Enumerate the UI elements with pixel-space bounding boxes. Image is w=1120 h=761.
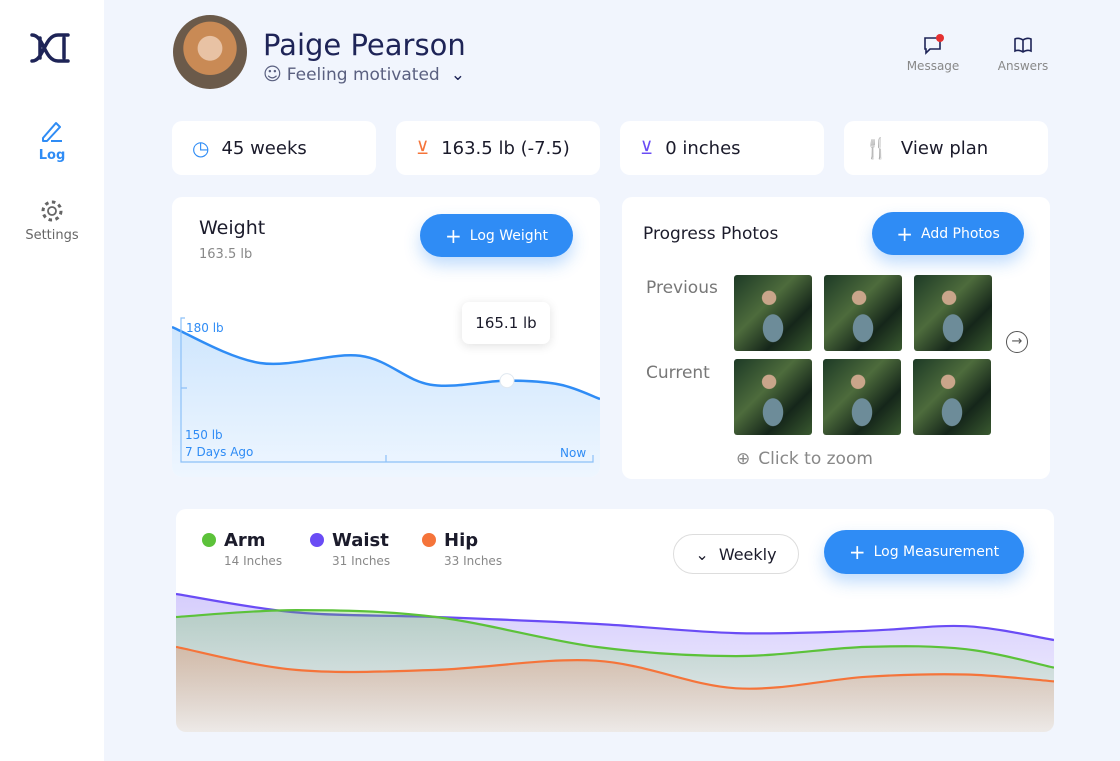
add-photos-button[interactable]: + Add Photos (872, 212, 1024, 255)
ytick-label: 150 lb (185, 428, 223, 442)
photos-card: Progress Photos + Add Photos Previous Cur… (622, 197, 1050, 479)
arrow-down-circle-icon: ⊻ (640, 137, 654, 159)
answers-button[interactable]: Answers (993, 34, 1053, 73)
legend-value: 14 Inches (224, 554, 283, 568)
next-arrow-icon[interactable]: → (1006, 331, 1028, 353)
legend-value: 33 Inches (444, 554, 503, 568)
stat-inches: ⊻ 0 inches (620, 121, 824, 175)
period-label: Weekly (718, 544, 777, 564)
stat-weight: ⊻ 163.5 lb (-7.5) (396, 121, 600, 175)
photos-title: Progress Photos (643, 224, 779, 244)
zoom-hint-label: Click to zoom (758, 449, 873, 469)
legend-dot (422, 533, 436, 547)
stat-label: View plan (900, 137, 989, 159)
progress-photo[interactable] (734, 275, 812, 351)
pencil-icon (42, 122, 62, 142)
weight-card: Weight 163.5 lb + Log Weight 180 lb 150 l… (172, 197, 600, 477)
mood-dropdown[interactable]: ☺ Feeling motivated ⌄ (263, 64, 465, 85)
weight-tooltip: 165.1 lb (462, 302, 550, 344)
message-button[interactable]: Message (903, 34, 963, 73)
measurement-card: Arm 14 Inches Waist 31 Inches Hip 33 Inches… (176, 509, 1054, 732)
current-label: Current (646, 363, 710, 383)
legend-value: 31 Inches (332, 554, 391, 568)
chevron-down-icon: ⌄ (695, 544, 709, 564)
legend-arm: Arm 14 Inches (202, 530, 282, 568)
xtick-label: Now (560, 446, 587, 460)
ytick-label: 180 lb (186, 321, 224, 335)
stat-label: 45 weeks (221, 137, 307, 159)
smiley-icon: ☺ (263, 64, 282, 85)
message-icon (924, 34, 944, 55)
progress-photo[interactable] (824, 275, 902, 351)
gear-icon (41, 200, 63, 222)
chevron-down-icon: ⌄ (450, 64, 465, 85)
button-label: Log Measurement (873, 544, 1000, 560)
legend-waist: Waist 31 Inches (310, 530, 390, 568)
sidebar-item-label: Settings (25, 228, 79, 243)
stat-label: 163.5 lb (-7.5) (441, 137, 570, 159)
legend-dot (202, 533, 216, 547)
user-name: Paige Pearson (263, 28, 466, 62)
view-plan-button[interactable]: 🍴 View plan (844, 121, 1048, 175)
book-icon (1014, 37, 1032, 53)
sidebar: Log Settings (0, 0, 104, 761)
answers-label: Answers (997, 59, 1049, 73)
sidebar-item-label: Log (38, 148, 66, 163)
legend-name: Hip (444, 530, 479, 551)
progress-photo[interactable] (914, 275, 992, 351)
legend-dot (310, 533, 324, 547)
clock-icon: ◷ (192, 136, 210, 160)
legend-name: Arm (224, 530, 266, 551)
app-logo (30, 33, 70, 63)
period-dropdown[interactable]: ⌄ Weekly (673, 534, 799, 574)
plus-icon: + (896, 221, 913, 246)
previous-label: Previous (646, 278, 718, 298)
stat-weeks: ◷ 45 weeks (172, 121, 376, 175)
progress-photo[interactable] (734, 359, 812, 435)
stat-label: 0 inches (665, 137, 741, 159)
mood-label: Feeling motivated (286, 64, 440, 85)
avatar[interactable] (173, 15, 247, 89)
legend-name: Waist (332, 530, 389, 551)
sidebar-item-log[interactable]: Log (0, 118, 104, 163)
button-label: Add Photos (920, 225, 1000, 242)
highlight-point[interactable] (499, 373, 515, 389)
xtick-label: 7 Days Ago (185, 445, 254, 459)
message-label: Message (906, 59, 960, 73)
zoom-hint: ⊕ Click to zoom (736, 449, 873, 469)
legend-hip: Hip 33 Inches (422, 530, 502, 568)
plus-icon: + (848, 540, 866, 564)
zoom-in-icon: ⊕ (736, 449, 751, 469)
arrow-down-circle-icon: ⊻ (416, 137, 430, 159)
log-measurement-button[interactable]: + Log Measurement (824, 530, 1024, 574)
progress-photo[interactable] (823, 359, 901, 435)
sidebar-item-settings[interactable]: Settings (0, 198, 104, 243)
progress-photo[interactable] (913, 359, 991, 435)
fork-knife-icon: 🍴 (864, 136, 889, 160)
